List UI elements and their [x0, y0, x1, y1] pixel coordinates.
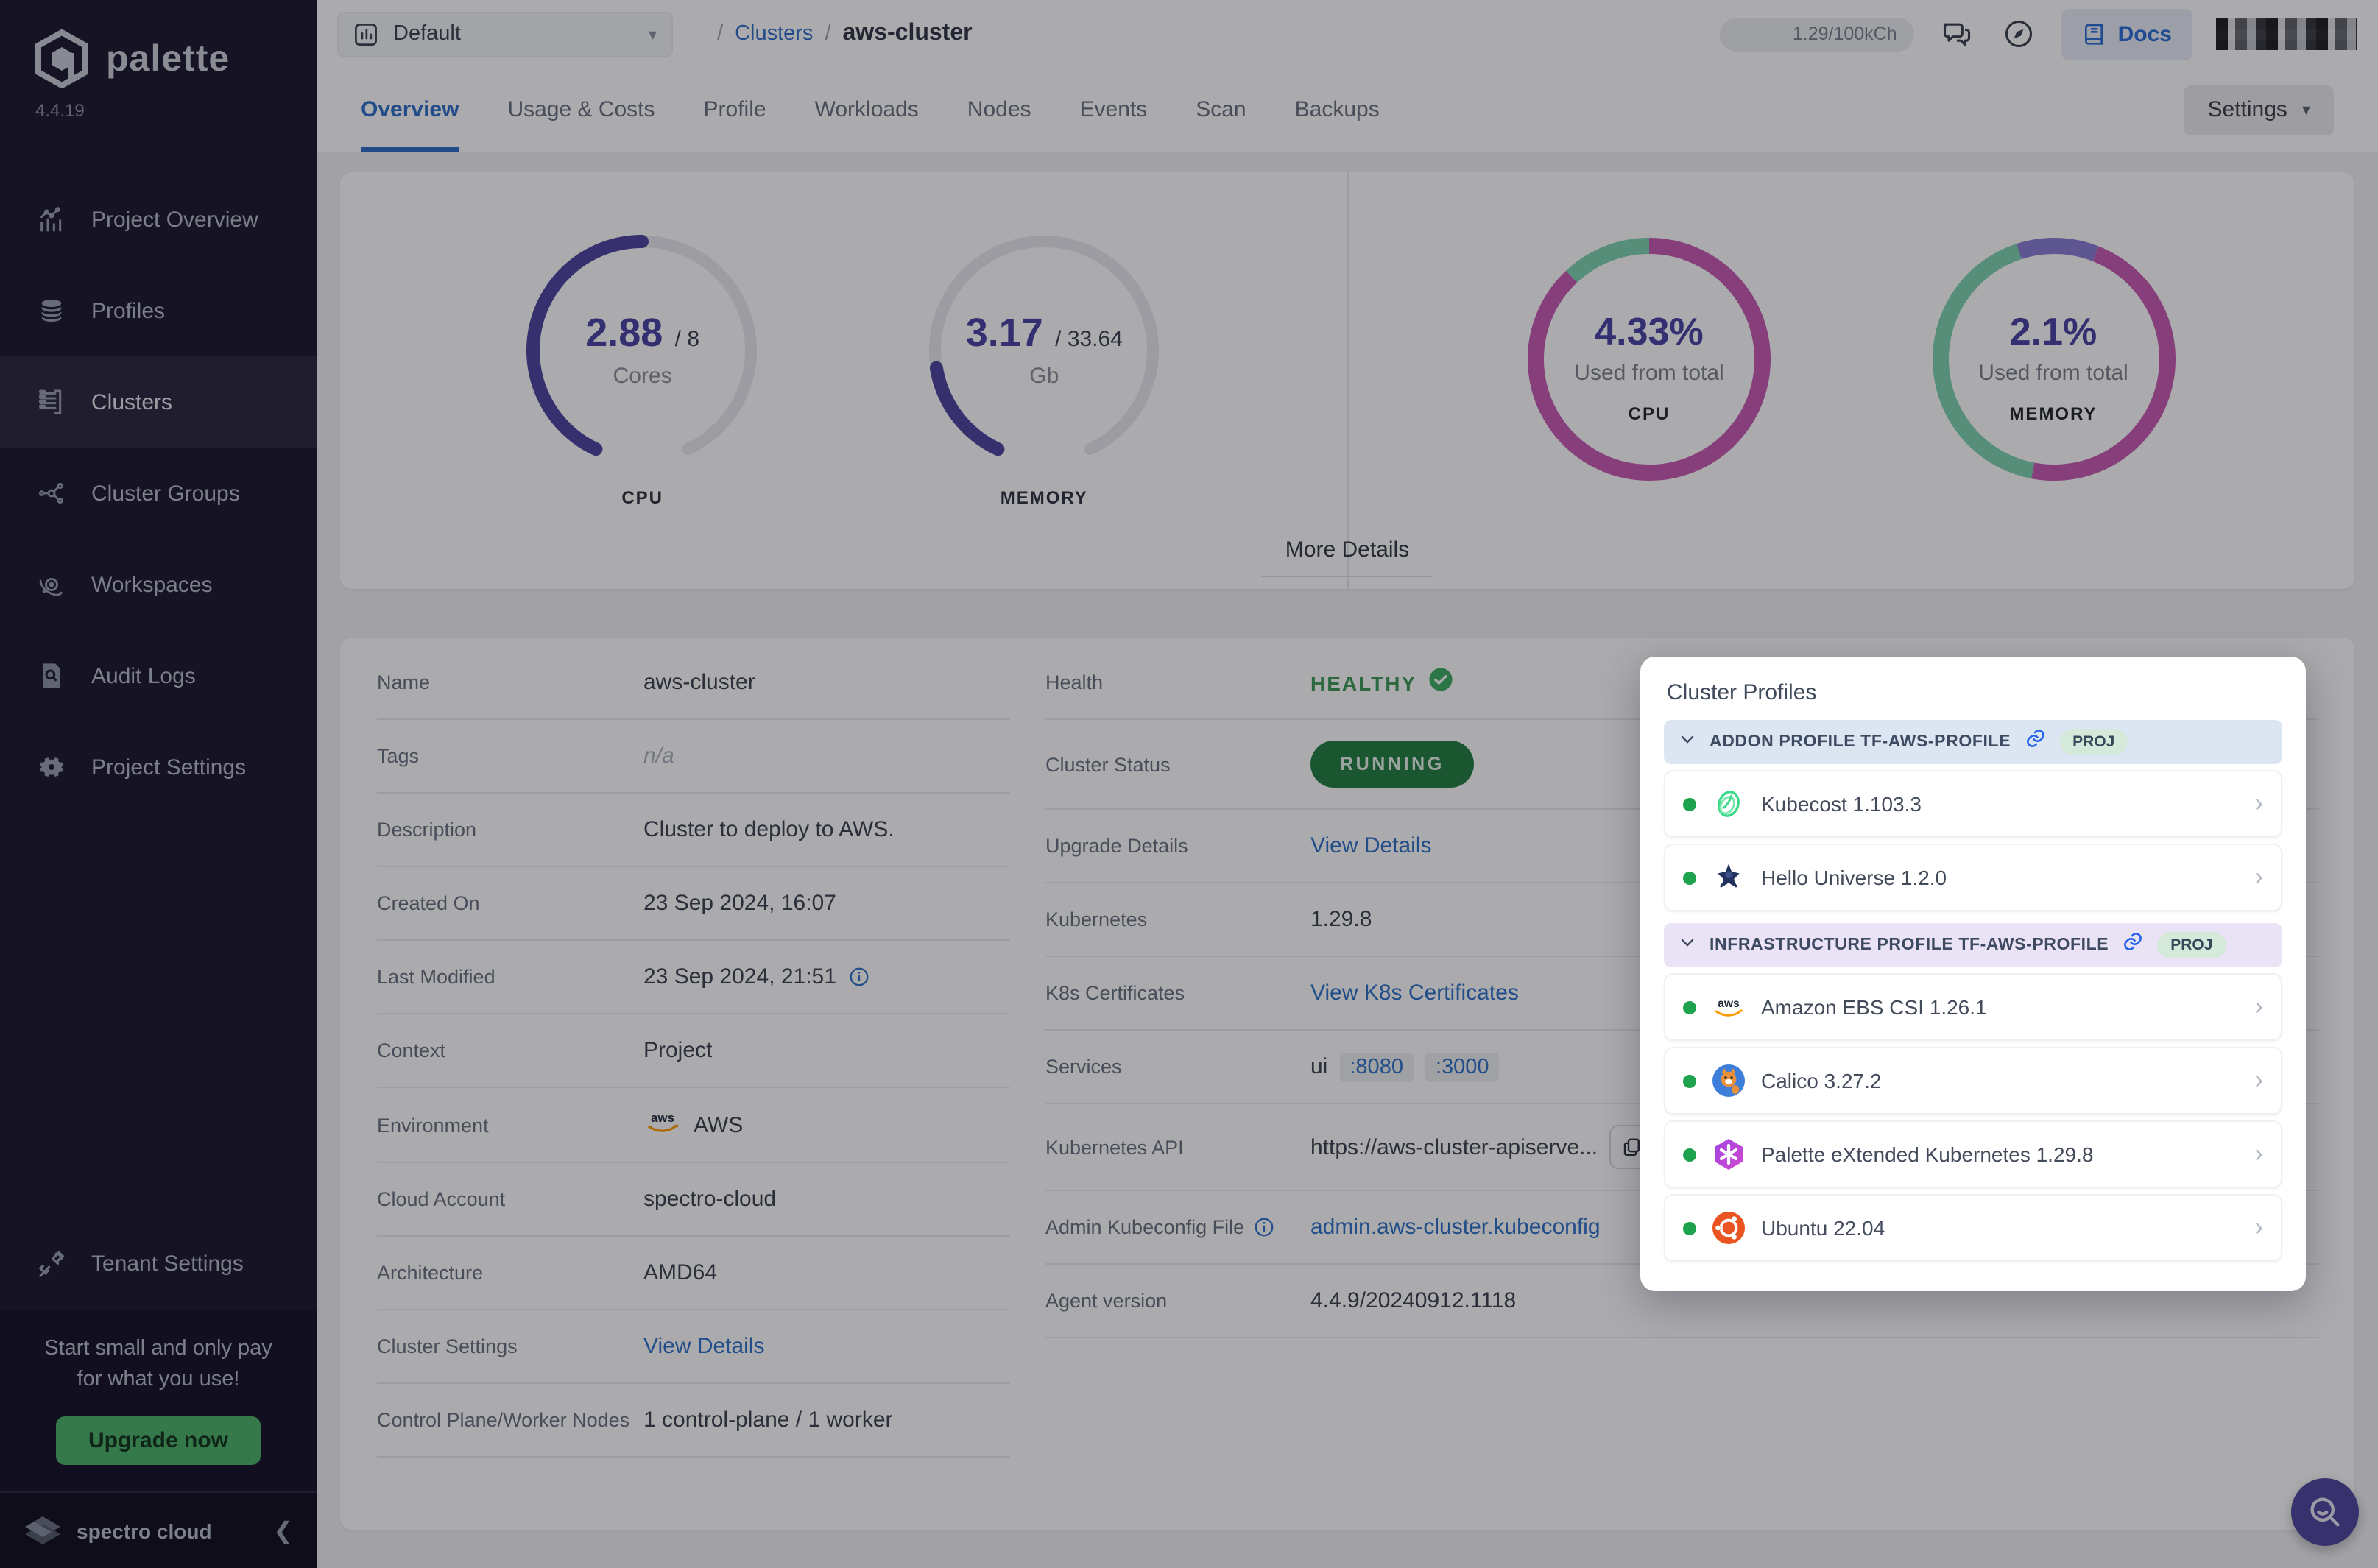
calico-logo [1711, 1063, 1746, 1098]
chevron-right-icon: › [2255, 1213, 2263, 1243]
hello-universe-logo [1711, 860, 1746, 895]
profile-section-title: INFRASTRUCTURE PROFILE TF-AWS-PROFILE [1710, 936, 2109, 954]
chevron-down-icon [1679, 729, 1696, 755]
pack-name: Hello Universe 1.2.0 [1761, 866, 1947, 889]
status-dot-green [1683, 1221, 1696, 1235]
status-dot-green [1683, 1074, 1696, 1087]
profile-section-header-addon[interactable]: ADDON PROFILE TF-AWS-PROFILE PROJ [1664, 720, 2282, 764]
pack-name: Kubecost 1.103.3 [1761, 792, 1922, 816]
profile-section-addon: ADDON PROFILE TF-AWS-PROFILE PROJ Kubecost… [1664, 720, 2282, 911]
profile-pack-row-hello-universe-1-2-0[interactable]: Hello Universe 1.2.0 › [1664, 844, 2282, 911]
pack-name: Palette eXtended Kubernetes 1.29.8 [1761, 1143, 2093, 1166]
pack-name: Amazon EBS CSI 1.26.1 [1761, 995, 1987, 1019]
profile-pack-row-ubuntu-22-04[interactable]: Ubuntu 22.04 › [1664, 1194, 2282, 1262]
status-dot-green [1683, 1148, 1696, 1161]
pack-name: Calico 3.27.2 [1761, 1069, 1881, 1092]
profiles-list: ADDON PROFILE TF-AWS-PROFILE PROJ Kubecost… [1664, 720, 2282, 1262]
pack-name: Ubuntu 22.04 [1761, 1216, 1885, 1240]
profile-section-header-infrastructure[interactable]: INFRASTRUCTURE PROFILE TF-AWS-PROFILE PRO… [1664, 923, 2282, 967]
popover-title: Cluster Profiles [1667, 680, 2279, 705]
cluster-profiles-popover: Cluster Profiles ADDON PROFILE TF-AWS-PR… [1640, 657, 2306, 1291]
profile-pack-row-palette-extended-kubernetes-1-29-8[interactable]: Palette eXtended Kubernetes 1.29.8 › [1664, 1120, 2282, 1188]
profile-pack-row-amazon-ebs-csi-1-26-1[interactable]: aws Amazon EBS CSI 1.26.1 › [1664, 973, 2282, 1041]
status-dot-green [1683, 871, 1696, 884]
profile-link-icon [2024, 727, 2046, 757]
profile-link-icon [2122, 930, 2144, 960]
chevron-right-icon: › [2255, 789, 2263, 819]
profile-pack-row-kubecost-1-103-3[interactable]: Kubecost 1.103.3 › [1664, 770, 2282, 838]
status-dot-green [1683, 797, 1696, 811]
profile-section-title: ADDON PROFILE TF-AWS-PROFILE [1710, 733, 2011, 751]
chevron-right-icon: › [2255, 1066, 2263, 1095]
scope-badge: PROJ [2059, 729, 2128, 755]
chevron-right-icon: › [2255, 992, 2263, 1022]
aws-logo: aws [1711, 989, 1746, 1025]
chevron-right-icon: › [2255, 863, 2263, 892]
profile-pack-row-calico-3-27-2[interactable]: Calico 3.27.2 › [1664, 1047, 2282, 1115]
profile-section-infrastructure: INFRASTRUCTURE PROFILE TF-AWS-PROFILE PRO… [1664, 923, 2282, 1262]
svg-text:aws: aws [1718, 997, 1740, 1010]
scope-badge: PROJ [2157, 932, 2226, 958]
palette-pxk-logo [1711, 1137, 1746, 1172]
chevron-down-icon [1679, 932, 1696, 958]
kubecost-logo [1711, 786, 1746, 822]
app-root: palette 4.4.19 Project OverviewProfilesC… [0, 0, 2378, 1568]
status-dot-green [1683, 1000, 1696, 1014]
ubuntu-logo [1711, 1210, 1746, 1246]
chevron-right-icon: › [2255, 1140, 2263, 1169]
